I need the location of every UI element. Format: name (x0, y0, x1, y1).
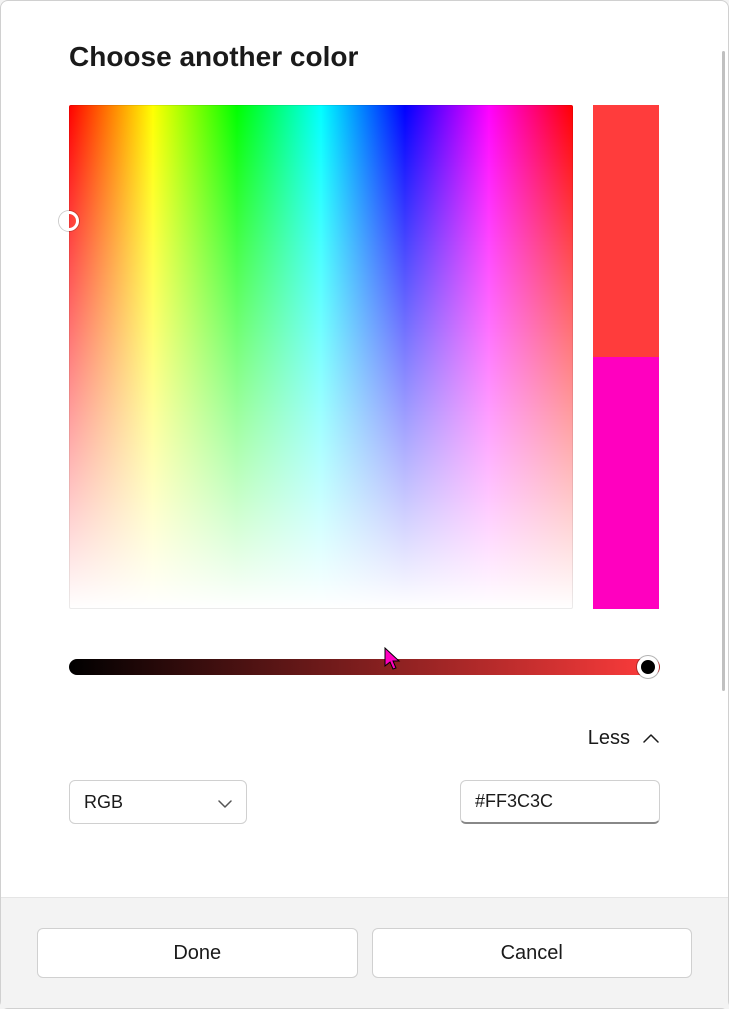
value-slider-thumb[interactable] (637, 656, 659, 678)
color-mode-select-wrap: RGB (69, 780, 247, 824)
chevron-up-icon (642, 730, 660, 748)
dialog-content: Choose another color Less (1, 1, 728, 897)
inputs-row: RGB (69, 780, 660, 824)
less-toggle-label: Less (588, 727, 630, 750)
swatch-previous[interactable] (593, 357, 659, 609)
swatch-current[interactable] (593, 105, 659, 357)
color-spectrum-field[interactable] (69, 105, 573, 609)
picker-row (69, 105, 660, 609)
cancel-button[interactable]: Cancel (372, 928, 693, 978)
color-mode-select[interactable]: RGB (69, 780, 247, 824)
hex-input[interactable] (460, 780, 660, 824)
dialog-title: Choose another color (69, 41, 660, 73)
button-bar: Done Cancel (1, 897, 728, 1008)
chevron-down-icon (218, 792, 232, 813)
scrollbar[interactable] (722, 51, 725, 691)
color-swatches (593, 105, 659, 609)
color-picker-dialog: Choose another color Less (0, 0, 729, 1009)
spectrum-cursor[interactable] (59, 211, 79, 231)
value-slider-track[interactable] (69, 659, 660, 675)
done-button[interactable]: Done (37, 928, 358, 978)
less-toggle[interactable]: Less (69, 727, 660, 750)
color-mode-value: RGB (84, 792, 123, 813)
value-slider-container (69, 655, 660, 679)
